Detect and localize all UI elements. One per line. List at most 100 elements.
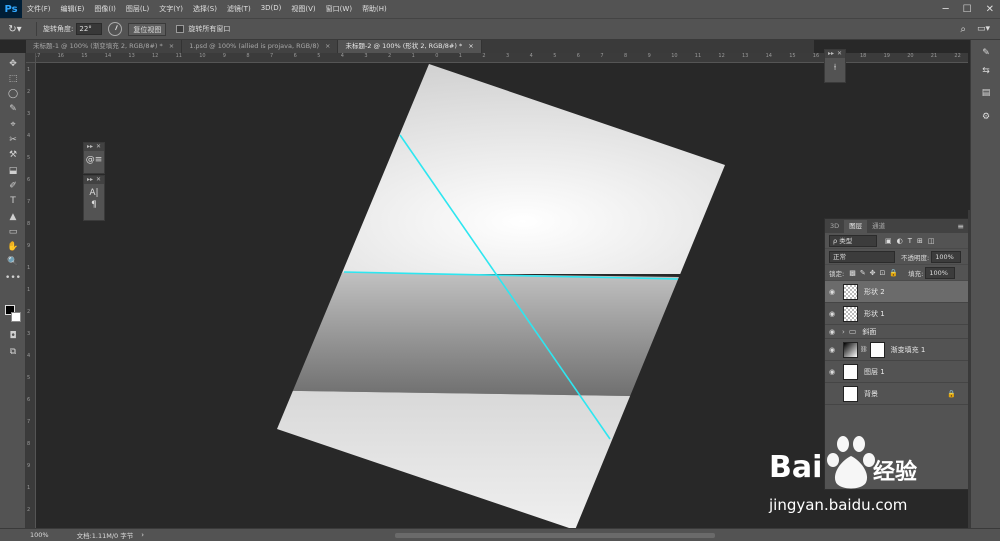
options-bar: ↻▾ 旋转角度: 22° 复位视图 旋转所有窗口 ⌕ ▭▾ xyxy=(0,18,1000,40)
folder-icon: ▭ xyxy=(848,327,857,336)
ruler-tick-label: 5 xyxy=(317,53,321,59)
link-icon: ⛓ xyxy=(860,346,868,353)
search-icon[interactable]: ⌕ xyxy=(960,24,966,35)
layer-name: 形状 2 xyxy=(864,287,885,296)
horizontal-scrollbar[interactable] xyxy=(395,533,715,538)
menu-item[interactable]: 视图(V) xyxy=(286,4,320,14)
ruler-tick-label: 1 xyxy=(27,287,31,293)
crop-tool-icon[interactable]: ✂ xyxy=(5,134,21,147)
path-select-icon[interactable]: ▲ xyxy=(5,210,21,223)
menu-item[interactable]: 3D(D) xyxy=(256,4,287,14)
angle-dial-icon[interactable] xyxy=(108,22,123,36)
fill-input[interactable]: 100% xyxy=(925,266,956,279)
move-tool-icon[interactable]: ✥ xyxy=(5,57,21,70)
tab-1-psd[interactable]: 1.psd @ 100% (allied is projava, RGB/8) × xyxy=(182,40,339,53)
close-icon[interactable]: ✕ xyxy=(96,176,101,184)
healing-brush-icon[interactable]: ⚒ xyxy=(5,149,21,162)
close-tab-icon[interactable]: × xyxy=(169,42,174,50)
menu-item[interactable]: 图层(L) xyxy=(121,4,154,14)
close-icon[interactable]: ✕ xyxy=(837,50,842,58)
settings-icon[interactable]: ⚙ xyxy=(978,112,994,126)
menu-item[interactable]: 滤镜(T) xyxy=(222,4,256,14)
visibility-eye-icon[interactable]: ◉ xyxy=(825,368,839,376)
brush-icon[interactable]: ✎ xyxy=(978,48,994,62)
quick-mask-icon[interactable]: ◘ xyxy=(5,329,21,342)
blend-mode-select[interactable]: 正常 xyxy=(829,250,895,263)
marquee-tool-icon[interactable]: ⬚ xyxy=(5,72,21,85)
layer-filter-select[interactable]: ρ 类型 xyxy=(829,234,877,247)
brush-preset-icon[interactable]: ⍿ xyxy=(825,63,845,73)
vertical-ruler: 1 2 3 4 5 6 7 8 9 1 1 2 3 4 5 6 7 8 9 1 2 xyxy=(26,63,36,528)
hand-tool-icon[interactable]: ✋ xyxy=(5,241,21,254)
glyphs-icon[interactable]: @≡ xyxy=(84,155,104,165)
ruler-tick-label: 12 xyxy=(718,53,725,59)
workspace-icon[interactable]: ▭▾ xyxy=(977,24,990,34)
properties-icon[interactable]: ▤ xyxy=(978,88,994,102)
layer-shape-1[interactable]: ◉ 形状 1 xyxy=(825,303,968,325)
close-tab-icon[interactable]: × xyxy=(325,42,330,50)
pen-tool-icon[interactable]: ✐ xyxy=(5,179,21,192)
vertical-scrollbar[interactable] xyxy=(968,210,970,528)
menu-item[interactable]: 窗口(W) xyxy=(321,4,357,14)
stamp-tool-icon[interactable]: ⬓ xyxy=(5,164,21,177)
watermark-url: jingyan.baidu.com xyxy=(769,496,908,514)
tab-channels[interactable]: 通道 xyxy=(867,220,890,233)
eyedropper-tool-icon[interactable]: ⌖ xyxy=(5,118,21,131)
screen-mode-icon[interactable]: ⧉ xyxy=(5,345,21,358)
menu-item[interactable]: 编辑(E) xyxy=(56,4,90,14)
close-icon[interactable]: ✕ xyxy=(96,143,101,151)
layer-shape-2[interactable]: ◉ 形状 2 xyxy=(825,281,968,303)
ruler-origin[interactable] xyxy=(26,53,36,63)
panel-menu-icon[interactable]: ≡ xyxy=(957,220,964,233)
tools-panel: ✥ ⬚ ◯ ✎ ⌖ ✂ ⚒ ⬓ ✐ T ▲ ▭ ✋ 🔍 ••• ◘ ⧉ xyxy=(0,53,26,528)
layer-group-bevel[interactable]: ◉ › ▭ 斜面 xyxy=(825,325,968,339)
zoom-tool-icon[interactable]: 🔍 xyxy=(5,256,21,269)
more-tools-icon[interactable]: ••• xyxy=(5,271,21,284)
type-tool-icon[interactable]: T xyxy=(5,195,21,208)
opacity-input[interactable]: 100% xyxy=(931,250,962,263)
filter-icons[interactable]: ▣◐T⊞◫ xyxy=(885,237,939,245)
menu-item[interactable]: 选择(S) xyxy=(188,4,222,14)
color-swatches[interactable] xyxy=(5,305,21,323)
visibility-eye-icon[interactable]: ◉ xyxy=(825,288,839,296)
tab-untitled-1[interactable]: 未标题-1 @ 100% (渐变填充 2, RGB/8#) * × xyxy=(26,40,183,53)
menu-item[interactable]: 文字(Y) xyxy=(154,4,188,14)
zoom-level[interactable]: 100% xyxy=(30,531,49,539)
ruler-tick-label: 5 xyxy=(553,53,557,59)
ruler-tick-label: 2 xyxy=(388,53,392,59)
visibility-eye-icon[interactable]: ◉ xyxy=(825,310,839,318)
status-menu-arrow-icon[interactable]: › xyxy=(141,531,144,539)
menu-item[interactable]: 文件(F) xyxy=(22,4,56,14)
menu-item[interactable]: 帮助(H) xyxy=(357,4,392,14)
layer-mask-thumbnail xyxy=(869,341,885,358)
tab-untitled-2[interactable]: 未标题-2 @ 100% (形状 2, RGB/8#) * × xyxy=(338,40,482,53)
close-icon[interactable]: ✕ xyxy=(986,4,994,15)
reset-view-button[interactable]: 复位视图 xyxy=(128,22,167,36)
rotate-all-windows-checkbox[interactable] xyxy=(176,25,185,33)
chevron-right-icon[interactable]: › xyxy=(842,328,845,336)
layer-layer-1[interactable]: ◉ 图层 1 xyxy=(825,361,968,383)
quick-select-tool-icon[interactable]: ✎ xyxy=(5,103,21,116)
ruler-tick-label: 16 xyxy=(57,53,64,59)
character-icon[interactable]: A| xyxy=(84,188,104,198)
tab-3d[interactable]: 3D xyxy=(825,220,844,233)
visibility-eye-icon[interactable]: ◉ xyxy=(825,346,839,354)
close-tab-icon[interactable]: × xyxy=(468,42,473,50)
visibility-eye-icon[interactable]: ◉ xyxy=(825,328,839,336)
layer-gradient-fill-1[interactable]: ◉ ⛓ 渐变填充 1 xyxy=(825,339,968,361)
shape-tool-icon[interactable]: ▭ xyxy=(5,225,21,238)
ruler-tick-label: 3 xyxy=(27,111,31,117)
ruler-tick-label: 5 xyxy=(27,375,31,381)
rotate-view-tool-icon[interactable]: ↻▾ xyxy=(0,24,30,35)
lock-icons[interactable]: ▩✎✥⊡🔒 xyxy=(849,269,902,277)
layer-background[interactable]: 背景 🔒 xyxy=(825,383,968,405)
minimize-icon[interactable]: ─ xyxy=(943,4,949,15)
rotate-angle-input[interactable]: 22° xyxy=(76,23,103,35)
menu-item[interactable]: 图像(I) xyxy=(89,4,121,14)
fill-label: 填充: xyxy=(908,269,924,278)
adjustments-icon[interactable]: ⇆ xyxy=(978,66,994,80)
lasso-tool-icon[interactable]: ◯ xyxy=(5,88,21,101)
maximize-icon[interactable]: ☐ xyxy=(963,4,972,15)
tab-layers[interactable]: 图层 xyxy=(844,220,868,233)
paragraph-icon[interactable]: ¶ xyxy=(84,200,104,210)
